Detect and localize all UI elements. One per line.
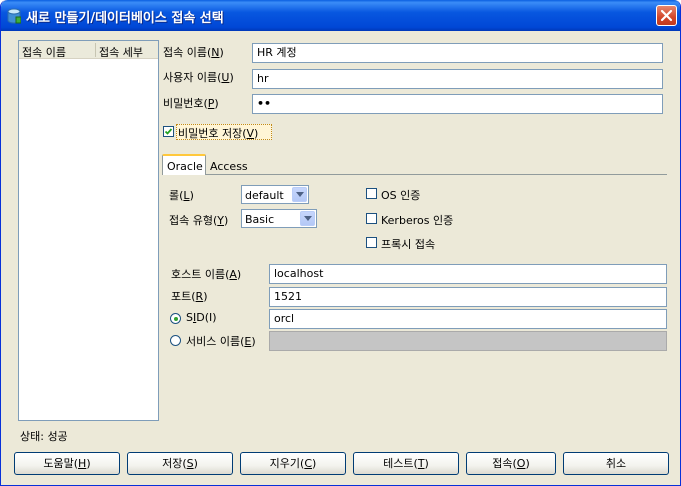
save-password-checkbox[interactable] (163, 126, 174, 137)
close-button[interactable] (656, 5, 677, 26)
role-label: 롤(L) (169, 189, 194, 202)
column-divider[interactable] (95, 43, 96, 57)
host-field[interactable]: localhost (269, 264, 667, 284)
conn-type-select[interactable]: Basic (241, 209, 317, 228)
conn-type-dropdown-button[interactable] (300, 211, 315, 226)
tab-access[interactable]: Access (206, 156, 252, 177)
service-name-label[interactable]: 서비스 이름(E) (186, 333, 256, 349)
proxy-checkbox[interactable] (366, 237, 377, 248)
connect-button[interactable]: 접속(O) (466, 452, 556, 475)
port-label: 포트(R) (171, 290, 208, 303)
service-name-radio[interactable] (170, 335, 181, 346)
status-text: 상태: 성공 (20, 430, 68, 443)
os-auth-checkbox[interactable] (366, 188, 377, 199)
tab-access-label: Access (210, 160, 248, 173)
test-button[interactable]: 테스트(T) (353, 452, 459, 475)
sid-radio[interactable] (170, 313, 181, 324)
database-icon (7, 8, 21, 24)
save-password-label[interactable]: 비밀번호 저장(V) (178, 125, 258, 141)
dialog-window: 새로 만들기/데이터베이스 접속 선택 접속 이름 접속 세부 접속 이름(N)… (0, 0, 681, 486)
column-header-details[interactable]: 접속 세부 (99, 44, 143, 58)
role-dropdown-button[interactable] (292, 187, 307, 202)
role-select-value: default (245, 189, 284, 202)
os-auth-label[interactable]: OS 인증 (381, 187, 420, 203)
sid-label[interactable]: SID(I) (186, 311, 217, 324)
tab-oracle[interactable]: Oracle (162, 154, 206, 175)
conn-type-select-value: Basic (245, 213, 275, 226)
password-field[interactable]: •• (252, 94, 663, 114)
proxy-label[interactable]: 프록시 접속 (381, 236, 435, 252)
window-title: 새로 만들기/데이터베이스 접속 선택 (26, 11, 224, 26)
clear-button[interactable]: 지우기(C) (240, 452, 346, 475)
service-name-field (269, 331, 667, 351)
radio-selected-dot (173, 316, 178, 321)
save-button[interactable]: 저장(S) (127, 452, 233, 475)
chevron-down-icon (304, 216, 312, 221)
role-select[interactable]: default (241, 185, 309, 204)
help-button[interactable]: 도움말(H) (14, 452, 120, 475)
connection-list[interactable]: 접속 이름 접속 세부 (18, 40, 159, 421)
conn-type-label: 접속 유형(Y) (169, 214, 229, 227)
close-x-icon (660, 9, 673, 22)
conn-name-label: 접속 이름(N) (163, 46, 224, 59)
cancel-button[interactable]: 취소 (563, 452, 669, 475)
tab-oracle-label: Oracle (167, 160, 203, 173)
conn-name-field[interactable]: HR 계정 (252, 43, 663, 63)
sid-field[interactable]: orcl (269, 309, 667, 329)
kerberos-checkbox[interactable] (366, 213, 377, 224)
port-field[interactable]: 1521 (269, 287, 667, 307)
checkmark-icon (164, 128, 173, 135)
password-label: 비밀번호(P) (163, 97, 219, 110)
chevron-down-icon (296, 192, 304, 197)
list-header: 접속 이름 접속 세부 (19, 41, 158, 59)
username-label: 사용자 이름(U) (163, 71, 234, 84)
host-label: 호스트 이름(A) (171, 268, 242, 281)
username-field[interactable]: hr (252, 69, 663, 89)
column-header-name[interactable]: 접속 이름 (22, 44, 66, 58)
title-bar[interactable]: 새로 만들기/데이터베이스 접속 선택 (1, 0, 680, 31)
kerberos-label[interactable]: Kerberos 인증 (381, 212, 453, 228)
